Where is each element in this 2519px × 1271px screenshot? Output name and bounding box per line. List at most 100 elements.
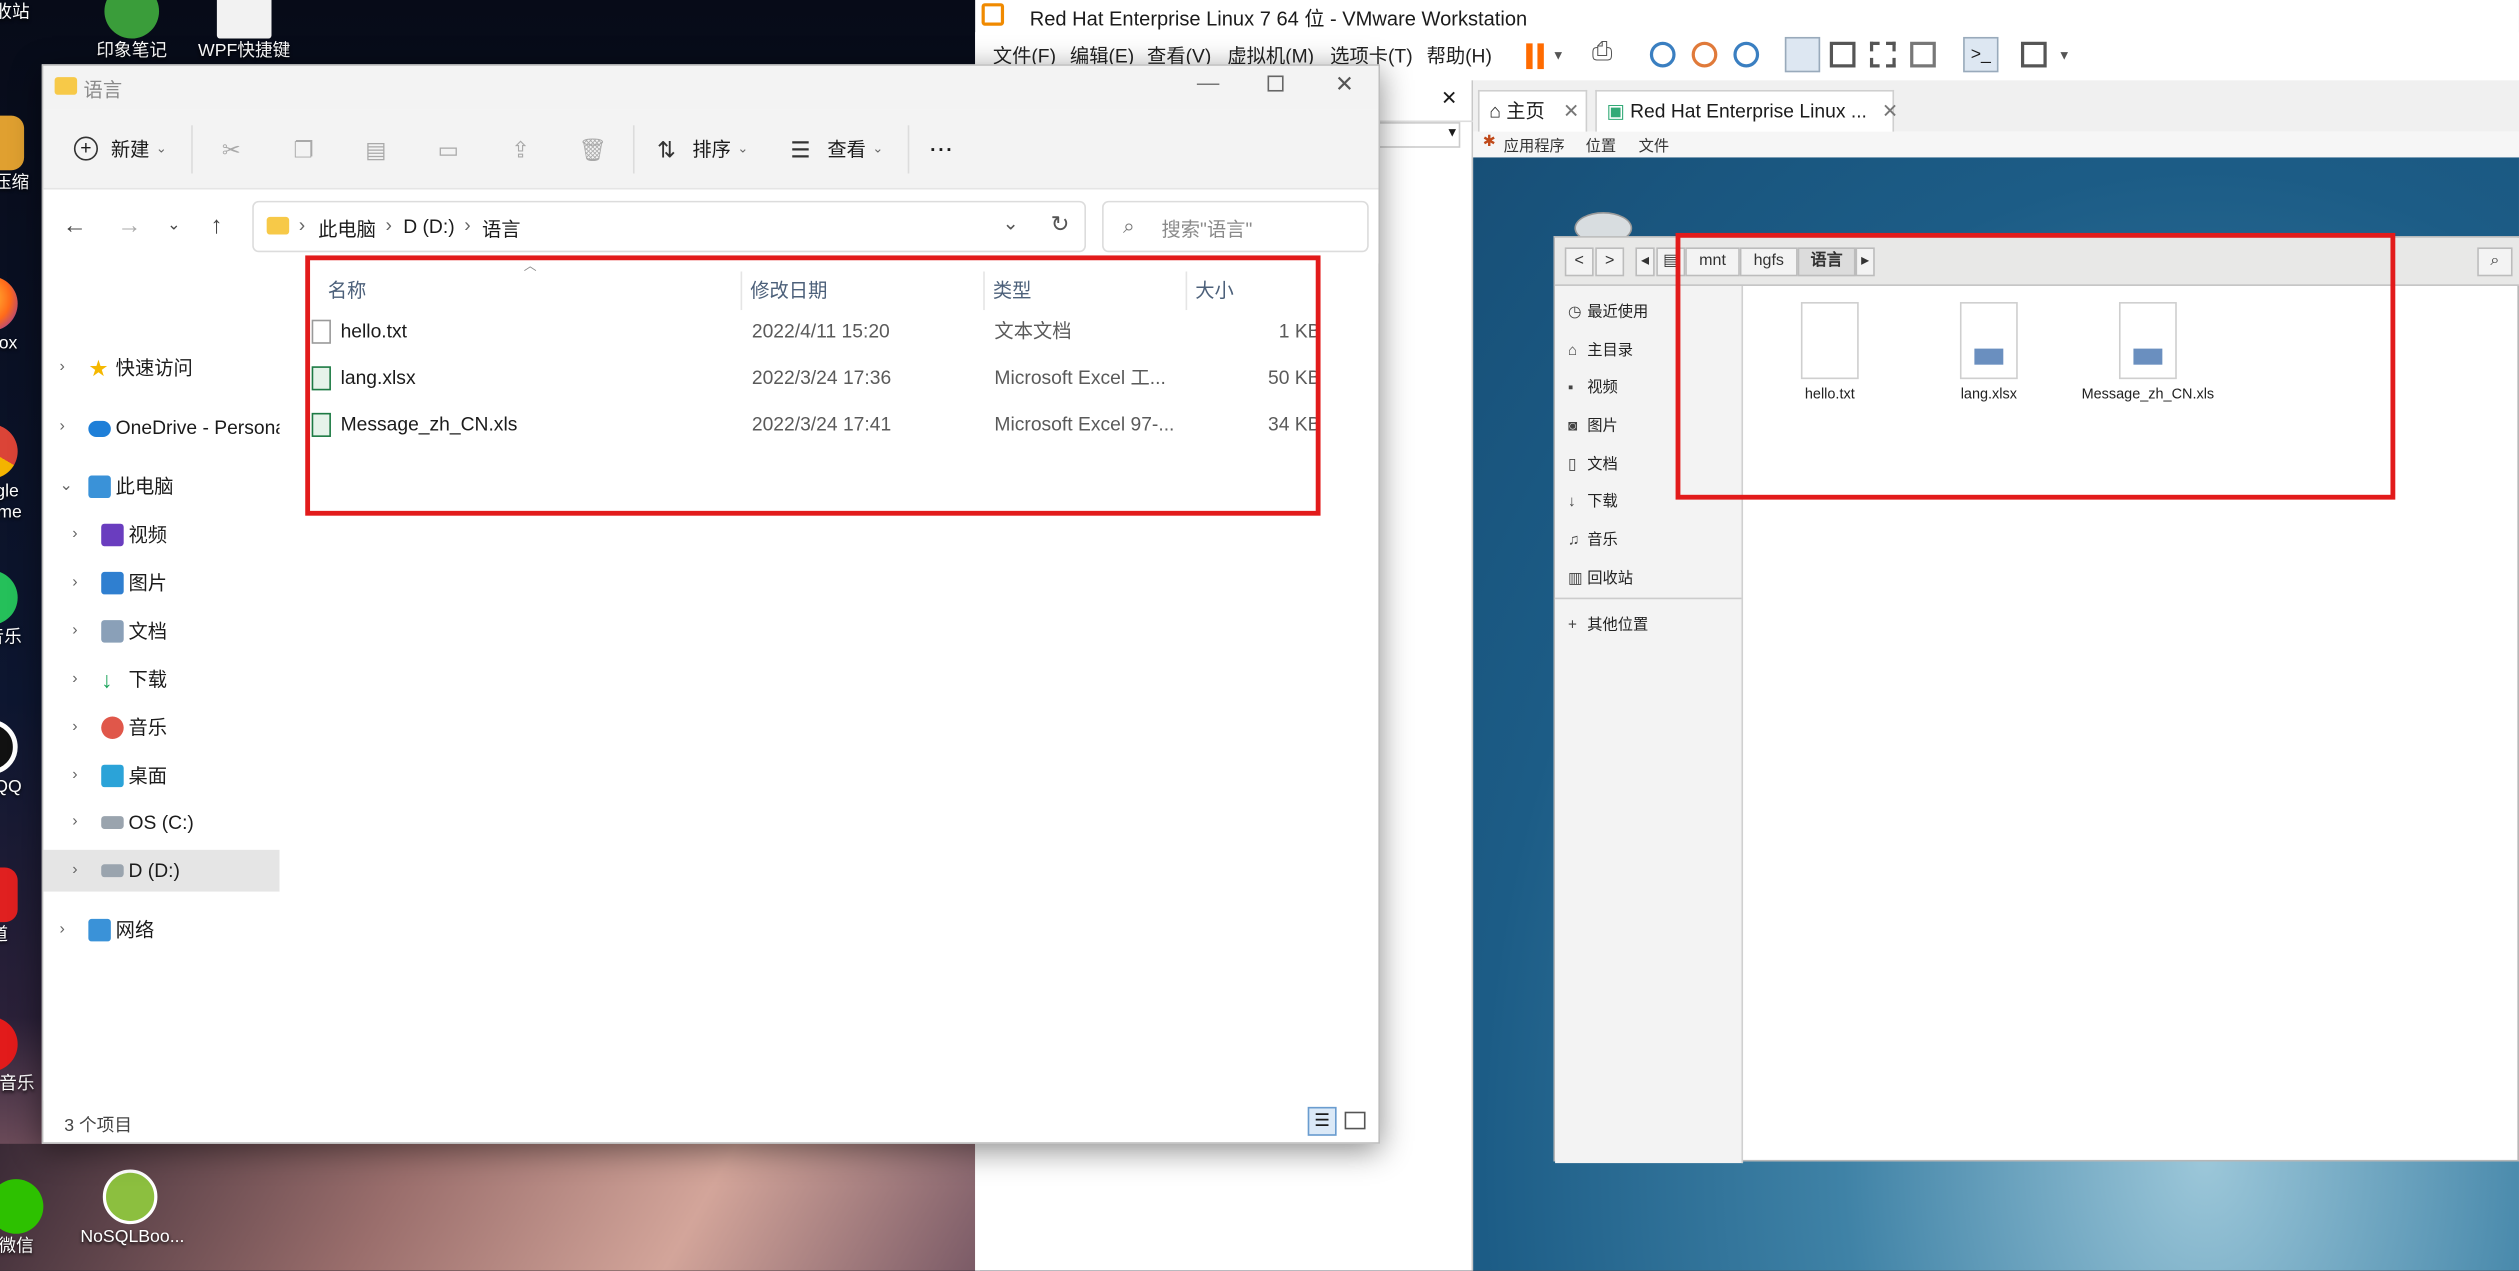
desktop-icon-qq[interactable]: 腾讯QQ xyxy=(0,719,39,799)
rename-icon[interactable]: ▭ xyxy=(432,133,464,165)
desktop-icon-qqmusic[interactable]: QQ音乐 xyxy=(0,570,39,649)
path-segment-current[interactable]: 语言 xyxy=(1797,247,1856,277)
desktop-icon-evernote[interactable]: 印象笔记 xyxy=(84,0,180,63)
gnome-menu-places[interactable]: 位置 xyxy=(1586,133,1617,156)
fullscreen-icon[interactable] xyxy=(1869,41,1896,68)
close-icon[interactable]: ✕ xyxy=(1563,100,1579,122)
nav-item-os-c[interactable]: › OS (C:) xyxy=(43,802,279,844)
file-row[interactable]: hello.txt 2022/4/11 15:20 文本文档 1 KB xyxy=(308,308,1321,355)
gnome-menu-applications[interactable]: 应用程序 xyxy=(1504,133,1565,156)
file-row[interactable]: Message_zh_CN.xls 2022/3/24 17:41 Micros… xyxy=(308,402,1321,449)
sidebar-item-downloads[interactable]: ↓ 下载 xyxy=(1568,488,1618,511)
chevron-down-icon[interactable]: ▼ xyxy=(1446,125,1459,139)
large-icons-view-icon[interactable] xyxy=(1344,1111,1366,1130)
drive-icon[interactable]: ▤ xyxy=(1656,247,1686,277)
path-segment-mnt[interactable]: mnt xyxy=(1685,247,1740,277)
nav-item-onedrive[interactable]: › OneDrive - Personal xyxy=(43,406,279,448)
desktop-icon-recycle-bin[interactable]: 回收站 xyxy=(0,3,51,24)
desktop-icon-360zip[interactable]: 360压缩 xyxy=(0,115,45,195)
desktop-icon-chrome[interactable]: Google Chrome xyxy=(0,424,39,524)
chevron-down-icon[interactable]: ⌄ xyxy=(737,133,748,165)
chevron-down-icon[interactable]: ⌄ xyxy=(872,133,883,165)
forward-button[interactable]: > xyxy=(1595,247,1625,277)
desktop-icon-netease-music[interactable]: 网易云音乐 xyxy=(0,1016,39,1096)
tab-home[interactable]: ⌂ 主页 ✕ xyxy=(1477,89,1588,132)
sidebar-item-trash[interactable]: ▥ 回收站 xyxy=(1568,565,1633,588)
close-icon[interactable]: ✕ xyxy=(1441,87,1457,109)
back-arrow-icon[interactable]: ← xyxy=(63,212,87,239)
file-icon-item[interactable]: hello.txt xyxy=(1790,302,1870,402)
cut-icon[interactable]: ✂ xyxy=(215,133,247,165)
breadcrumb-drive-d[interactable]: D (D:) xyxy=(403,215,454,237)
path-scroll-right-icon[interactable]: ▸ xyxy=(1855,247,1875,277)
nav-item-d-drive[interactable]: › D (D:) xyxy=(43,849,280,892)
column-header-type[interactable]: 类型 xyxy=(993,271,1032,310)
sidebar-item-videos[interactable]: ▪ 视频 xyxy=(1568,374,1618,397)
nav-item-this-pc[interactable]: ⌄ 此电脑 xyxy=(43,466,279,508)
sidebar-item-home[interactable]: ⌂ 主目录 xyxy=(1568,337,1633,360)
path-segment-hgfs[interactable]: hgfs xyxy=(1739,247,1798,277)
thumbnail-icon[interactable] xyxy=(1829,41,1856,68)
file-icon-item[interactable]: Message_zh_CN.xls xyxy=(2076,302,2221,402)
delete-icon[interactable]: 🗑 xyxy=(577,133,609,165)
refresh-icon[interactable]: ↻ xyxy=(1051,210,1070,237)
view-button[interactable]: 查看 xyxy=(827,133,866,165)
pause-icon[interactable] xyxy=(1526,43,1533,70)
address-bar[interactable]: › 此电脑 › D (D:) › 语言 ⌄ ↻ xyxy=(252,200,1086,253)
maximize-button[interactable] xyxy=(1267,75,1284,92)
chevron-down-icon[interactable]: ⌄ xyxy=(156,133,167,165)
snapshot-icon[interactable] xyxy=(1649,41,1676,68)
breadcrumb-current-folder[interactable]: 语言 xyxy=(482,215,521,242)
revert-snapshot-icon[interactable] xyxy=(1691,41,1718,68)
sidebar-item-recent[interactable]: ◷ 最近使用 xyxy=(1568,299,1648,322)
nav-item-videos[interactable]: › 视频 xyxy=(43,514,279,556)
file-icon-item[interactable]: lang.xlsx xyxy=(1949,302,2029,402)
desktop-icon-youdao[interactable]: 有道 xyxy=(0,867,39,947)
column-header-size[interactable]: 大小 xyxy=(1195,271,1234,310)
nav-item-music[interactable]: › 音乐 xyxy=(43,707,279,749)
library-toggle-icon[interactable] xyxy=(1784,36,1821,73)
nav-item-downloads[interactable]: › ↓ 下载 xyxy=(43,659,279,701)
nav-item-pictures[interactable]: › 图片 xyxy=(43,562,279,604)
send-keys-icon[interactable]: ⎙ xyxy=(1592,39,1613,68)
chevron-down-icon[interactable]: ⌄ xyxy=(1002,212,1018,234)
more-options-button[interactable]: ··· xyxy=(930,133,954,165)
menu-help[interactable]: 帮助(H) xyxy=(1427,42,1492,69)
chevron-right-icon[interactable]: › xyxy=(386,214,392,236)
file-row[interactable]: lang.xlsx 2022/3/24 17:36 Microsoft Exce… xyxy=(308,355,1321,402)
stretch-icon[interactable] xyxy=(2020,41,2047,68)
tab-rhel-vm[interactable]: ▣ Red Hat Enterprise Linux ... ✕ xyxy=(1595,89,1898,132)
breadcrumb-this-pc[interactable]: 此电脑 xyxy=(318,215,376,242)
desktop-icon-wechat[interactable]: 微信 xyxy=(0,1179,64,1258)
desktop-icon-firefox[interactable]: Firefox xyxy=(0,276,39,355)
chevron-right-icon[interactable]: › xyxy=(299,214,305,236)
minimize-button[interactable]: — xyxy=(1197,69,1219,95)
details-view-icon[interactable]: ☰ xyxy=(1307,1106,1337,1136)
column-header-name[interactable]: 名称 xyxy=(328,271,367,310)
close-button[interactable]: ✕ xyxy=(1335,71,1354,98)
sidebar-item-pictures[interactable]: ◙ 图片 xyxy=(1568,413,1618,436)
gnome-menu-files[interactable]: 文件 xyxy=(1639,133,1670,156)
nav-item-desktop[interactable]: › 桌面 xyxy=(43,755,279,797)
paste-icon[interactable]: ▤ xyxy=(360,133,392,165)
unity-icon[interactable] xyxy=(1910,41,1936,68)
chevron-right-icon[interactable]: › xyxy=(464,214,470,236)
column-header-date[interactable]: 修改日期 xyxy=(750,271,827,310)
path-scroll-left-icon[interactable]: ◂ xyxy=(1635,247,1655,277)
nav-item-network[interactable]: › 网络 xyxy=(43,909,279,951)
sidebar-item-music[interactable]: ♫ 音乐 xyxy=(1568,527,1618,550)
copy-icon[interactable]: ❐ xyxy=(288,133,320,165)
snapshot-manager-icon[interactable] xyxy=(1733,41,1760,68)
chevron-down-icon[interactable]: ▼ xyxy=(2058,48,2071,62)
sort-button[interactable]: 排序 xyxy=(692,133,731,165)
back-button[interactable]: < xyxy=(1564,247,1594,277)
new-button[interactable]: 新建 xyxy=(111,133,150,165)
close-icon[interactable]: ✕ xyxy=(1882,100,1898,122)
chevron-down-icon[interactable]: ▼ xyxy=(1552,48,1565,62)
desktop-icon-wpf[interactable]: WPF快捷键 xyxy=(196,0,292,63)
share-icon[interactable]: ⇪ xyxy=(504,133,536,165)
chevron-down-icon[interactable]: ⌄ xyxy=(167,217,180,235)
nav-item-quick-access[interactable]: › ★ 快速访问 xyxy=(43,347,279,389)
nav-item-documents[interactable]: › 文档 xyxy=(43,610,279,652)
sidebar-item-documents[interactable]: ▯ 文档 xyxy=(1568,451,1618,474)
